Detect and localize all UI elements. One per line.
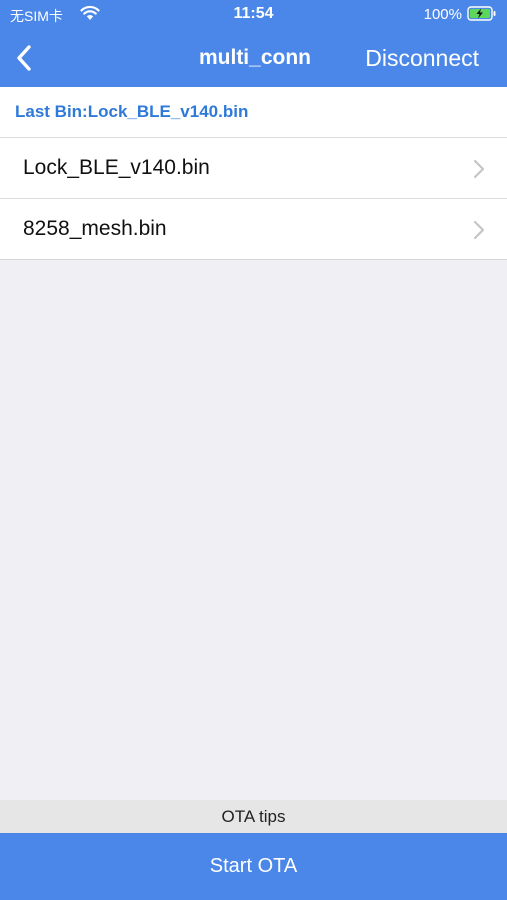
- file-list-section: Last Bin:Lock_BLE_v140.bin Lock_BLE_v140…: [0, 87, 507, 260]
- navigation-bar: multi_conn Disconnect: [0, 30, 507, 87]
- file-list-item[interactable]: Lock_BLE_v140.bin: [0, 138, 507, 199]
- file-name: Lock_BLE_v140.bin: [23, 156, 210, 179]
- file-name: 8258_mesh.bin: [23, 217, 167, 240]
- page-title: multi_conn: [198, 46, 311, 69]
- start-ota-button[interactable]: Start OTA: [0, 833, 507, 900]
- last-bin-label: Last Bin:Lock_BLE_v140.bin: [0, 87, 507, 138]
- top-bar: 无SIM卡 11:54 100% multi_conn Disconnect: [0, 0, 507, 87]
- back-button[interactable]: [6, 40, 42, 76]
- status-bar: 无SIM卡 11:54 100%: [0, 0, 507, 30]
- battery-charging-icon: [467, 6, 497, 25]
- disconnect-button[interactable]: Disconnect: [365, 45, 479, 72]
- chevron-right-icon: [473, 159, 485, 184]
- ota-tips-label: OTA tips: [0, 800, 507, 833]
- chevron-left-icon: [17, 45, 31, 71]
- file-list-item[interactable]: 8258_mesh.bin: [0, 199, 507, 260]
- battery-percentage: 100%: [423, 6, 462, 23]
- chevron-right-icon: [473, 220, 485, 245]
